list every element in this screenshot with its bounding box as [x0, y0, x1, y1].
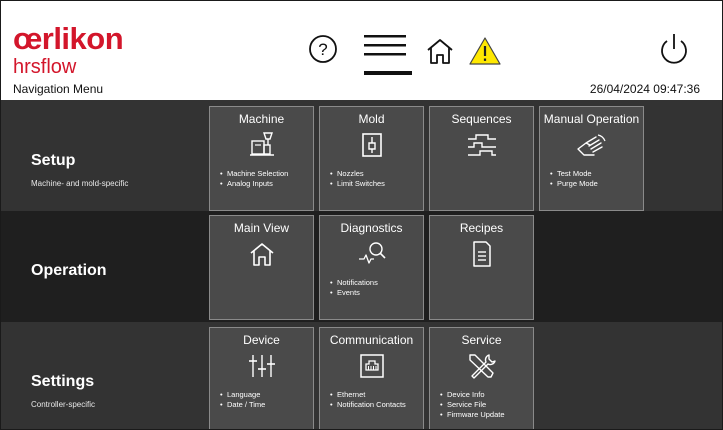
tile-items: Nozzles Limit Switches [330, 169, 385, 189]
tile-title: Sequences [451, 112, 512, 126]
datetime: 26/04/2024 09:47:36 [589, 82, 700, 96]
home-icon [210, 240, 313, 268]
list-item: Firmware Update [440, 410, 505, 420]
row-label: Operation [31, 262, 107, 280]
mold-icon [320, 131, 423, 159]
tile-communication[interactable]: Communication Ethernet Notification Cont… [319, 327, 424, 429]
row-operation: Operation Main View Diagnostics Notifica… [1, 211, 722, 322]
home-icon[interactable] [425, 37, 455, 65]
tile-items: Ethernet Notification Contacts [330, 390, 406, 410]
help-icon[interactable]: ? [307, 33, 339, 65]
header: œrlikon hrsflow Navigation Menu 26/04/20… [1, 1, 722, 99]
list-item: Machine Selection [220, 169, 288, 179]
tile-manual-operation[interactable]: Manual Operation Test Mode Purge Mode [539, 106, 644, 211]
list-item: Device Info [440, 390, 505, 400]
list-item: Nozzles [330, 169, 385, 179]
tile-device[interactable]: Device Language Date / Time [209, 327, 314, 429]
row-subtitle: Machine- and mold-specific [31, 179, 129, 188]
tile-items: Machine Selection Analog Inputs [220, 169, 288, 189]
sequences-icon [430, 131, 533, 159]
tile-sequences[interactable]: Sequences [429, 106, 534, 211]
row-title: Operation [31, 262, 107, 279]
row-settings: Settings Controller-specific Device Lang… [1, 322, 722, 429]
diagnostics-icon [320, 240, 423, 268]
tile-title: Device [243, 333, 280, 347]
list-item: Notifications [330, 278, 378, 288]
tile-service[interactable]: Service Device Info Service File Firmwar… [429, 327, 534, 429]
tools-icon [430, 352, 533, 380]
row-setup: Setup Machine- and mold-specific Machine… [1, 100, 722, 211]
warning-icon[interactable] [468, 36, 502, 66]
hmi-screen: œrlikon hrsflow Navigation Menu 26/04/20… [0, 0, 723, 430]
tile-diagnostics[interactable]: Diagnostics Notifications Events [319, 215, 424, 320]
row-subtitle: Controller-specific [31, 400, 96, 409]
list-item: Purge Mode [550, 179, 598, 189]
list-item: Date / Time [220, 400, 265, 410]
list-item: Events [330, 288, 378, 298]
tile-title: Machine [238, 112, 285, 126]
tile-title: Diagnostics [340, 221, 403, 235]
page-title: Navigation Menu [13, 82, 104, 96]
tile-items: Device Info Service File Firmware Update [440, 390, 505, 420]
menu-icon[interactable] [363, 33, 413, 77]
brand-sub: hrsflow [13, 56, 77, 78]
machine-icon [210, 131, 313, 159]
power-icon[interactable] [657, 31, 691, 67]
list-item: Test Mode [550, 169, 598, 179]
tile-items: Test Mode Purge Mode [550, 169, 598, 189]
tile-title: Main View [233, 221, 290, 235]
recipe-icon [430, 240, 533, 268]
tile-mold[interactable]: Mold Nozzles Limit Switches [319, 106, 424, 211]
svg-text:?: ? [318, 40, 327, 59]
tile-machine[interactable]: Machine Machine Selection Analog Inputs [209, 106, 314, 211]
row-title: Settings [31, 373, 95, 390]
list-item: Ethernet [330, 390, 406, 400]
tile-recipes[interactable]: Recipes [429, 215, 534, 320]
list-item: Language [220, 390, 265, 400]
tile-items: Language Date / Time [220, 390, 265, 410]
tile-title: Service [461, 333, 502, 347]
tile-main-view[interactable]: Main View [209, 215, 314, 320]
row-title: Setup [31, 152, 76, 169]
list-item: Analog Inputs [220, 179, 288, 189]
tile-items: Notifications Events [330, 278, 378, 298]
list-item: Service File [440, 400, 505, 410]
tile-title: Communication [329, 333, 414, 347]
hand-icon [540, 131, 643, 159]
list-item: Limit Switches [330, 179, 385, 189]
row-label: Setup Machine- and mold-specific [31, 152, 128, 188]
tile-title: Mold [358, 112, 385, 126]
brand-logo: œrlikon [13, 21, 124, 56]
tile-title: Recipes [459, 221, 504, 235]
network-port-icon [320, 352, 423, 380]
list-item: Notification Contacts [330, 400, 406, 410]
tile-title: Manual Operation [543, 112, 640, 126]
row-label: Settings Controller-specific [31, 373, 95, 409]
sliders-icon [210, 352, 313, 380]
